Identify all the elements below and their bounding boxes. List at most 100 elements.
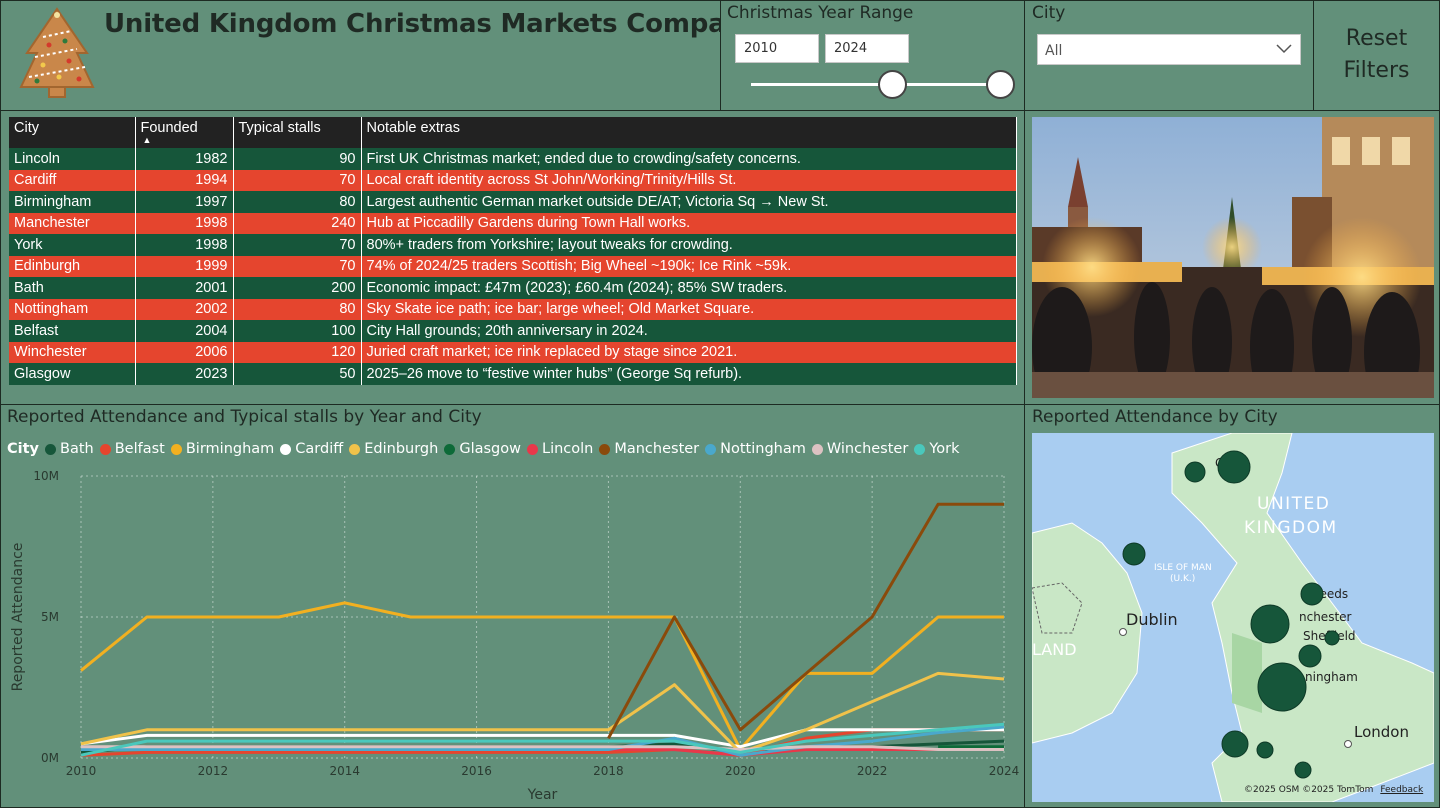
cell-stalls: 50 — [233, 363, 362, 385]
cell-founded: 2006 — [135, 341, 234, 363]
map-title: Reported Attendance by City — [1032, 407, 1278, 427]
x-tick-label: 2016 — [461, 764, 492, 778]
reset-label-line1: Reset — [1345, 26, 1408, 51]
bubble-leeds-york[interactable] — [1300, 582, 1324, 606]
table-row[interactable]: Glasgow 2023 50 2025–26 move to “festive wi… — [9, 363, 1017, 385]
cell-city: Edinburgh — [9, 255, 136, 277]
line-chart: 2010 2012 2014 2016 2018 2020 2022 2024 0M 5M 10M Y… — [10, 469, 1019, 803]
series-line-manchester — [607, 502, 1004, 740]
x-tick-label: 2010 — [66, 764, 97, 778]
bubble-belfast[interactable] — [1122, 542, 1146, 566]
cell-city: Nottingham — [9, 298, 136, 320]
cell-extras: City Hall grounds; 20th anniversary in 2… — [361, 320, 1017, 342]
bubble-nottingham[interactable] — [1298, 644, 1322, 668]
bubble-glasgow[interactable] — [1217, 450, 1251, 484]
cell-city: Bath — [9, 277, 136, 299]
sort-ascending-icon: ▲ — [142, 135, 152, 145]
christmas-market-photo — [1032, 117, 1434, 398]
y-tick-label: 0M — [41, 751, 59, 765]
map-feedback-link[interactable]: Feedback — [1380, 785, 1423, 795]
column-header-founded[interactable]: Founded ▲ — [135, 117, 234, 148]
reset-filters-button[interactable]: Reset Filters — [1313, 0, 1440, 111]
table-row[interactable]: Nottingham 2002 80 Sky Skate ice path; ice … — [9, 298, 1017, 320]
year-slicer-title: Christmas Year Range — [727, 3, 914, 23]
table-row[interactable]: Edinburgh 1999 70 74% of 2024/25 traders Sc… — [9, 255, 1017, 277]
column-header-extras[interactable]: Notable extras — [361, 117, 1017, 148]
cell-extras: Largest authentic German market outside … — [361, 191, 1017, 213]
city-dropdown-value: All — [1045, 43, 1063, 59]
map-label-manchester: nchester — [1299, 610, 1352, 624]
cell-stalls: 100 — [233, 320, 362, 342]
table-row[interactable]: Belfast 2004 100 City Hall grounds; 20th an… — [9, 320, 1017, 342]
bubble-winchester[interactable] — [1294, 761, 1312, 779]
table-row[interactable]: Manchester 1998 240 Hub at Piccadilly Garde… — [9, 212, 1017, 234]
bubble-manchester[interactable] — [1250, 604, 1290, 644]
cell-city: Birmingham — [9, 191, 136, 213]
cell-extras: 80%+ traders from Yorkshire; layout twea… — [361, 234, 1017, 256]
map-label-isle-1: ISLE OF MAN — [1154, 563, 1212, 573]
city-slicer: City All — [1024, 0, 1314, 111]
cell-stalls: 80 — [233, 298, 362, 320]
markets-table-panel: City Founded ▲ Typical stalls Notable ex… — [0, 110, 1025, 405]
cell-extras: Economic impact: £47m (2023); £60.4m (20… — [361, 277, 1017, 299]
reset-filters-label: Reset Filters — [1314, 23, 1439, 87]
table-body: Lincoln 1982 90 First UK Christmas market; … — [9, 148, 1017, 385]
table-row[interactable]: Birmingham 1997 80 Largest authentic German… — [9, 191, 1017, 213]
city-dropdown[interactable]: All — [1037, 34, 1301, 65]
cell-founded: 1998 — [135, 212, 234, 234]
x-tick-label: 2018 — [593, 764, 624, 778]
wales-area — [1232, 633, 1262, 713]
table-row[interactable]: York 1998 70 80%+ traders from Yorkshire; l… — [9, 234, 1017, 256]
map-label-isle-2: (U.K.) — [1170, 574, 1195, 584]
bubble-bath[interactable] — [1256, 741, 1274, 759]
cell-city: York — [9, 234, 136, 256]
series-line-cardiff — [80, 728, 1004, 749]
cell-founded: 2023 — [135, 363, 234, 385]
map-credit: ©2025 OSM ©2025 TomTom Feedback — [1244, 785, 1423, 795]
column-header-stalls[interactable]: Typical stalls — [233, 117, 362, 148]
bubble-cardiff[interactable] — [1221, 730, 1249, 758]
table-row[interactable]: Cardiff 1994 70 Local craft identity across… — [9, 169, 1017, 191]
cell-extras: 2025–26 move to “festive winter hubs” (G… — [361, 363, 1017, 385]
markets-table: City Founded ▲ Typical stalls Notable ex… — [9, 117, 1017, 385]
year-slider-track[interactable] — [751, 83, 1001, 86]
attendance-map-panel: Reported Attendance by City UNITED KINGD… — [1024, 404, 1440, 808]
y-tick-label: 5M — [41, 610, 59, 624]
bubble-birmingham[interactable] — [1257, 662, 1307, 712]
map-label-ireland: LAND — [1032, 640, 1077, 659]
chevron-down-icon — [1276, 44, 1292, 54]
title-panel: United Kingdom Christmas Markets Compari… — [0, 0, 798, 111]
year-slider-start-handle[interactable] — [878, 70, 907, 99]
cell-founded: 2001 — [135, 277, 234, 299]
x-tick-label: 2022 — [857, 764, 888, 778]
cell-founded: 1999 — [135, 255, 234, 277]
column-header-city[interactable]: City — [9, 117, 136, 148]
bubble-edinburgh[interactable] — [1184, 461, 1206, 483]
year-range-slicer: Christmas Year Range 2010 2024 — [720, 0, 1025, 111]
table-header-row: City Founded ▲ Typical stalls Notable ex… — [9, 117, 1017, 148]
uk-map[interactable]: UNITED KINGDOM ISLE OF MAN (U.K.) Dublin… — [1032, 433, 1434, 802]
cell-city: Cardiff — [9, 169, 136, 191]
year-slider-end-handle[interactable] — [986, 70, 1015, 99]
table-row[interactable]: Lincoln 1982 90 First UK Christmas market; … — [9, 148, 1017, 170]
cell-founded: 1994 — [135, 169, 234, 191]
cell-stalls: 70 — [233, 255, 362, 277]
end-year-input[interactable]: 2024 — [825, 34, 909, 63]
table-row[interactable]: Bath 2001 200 Economic impact: £47m (2023);… — [9, 277, 1017, 299]
map-label-country-1: UNITED — [1257, 494, 1330, 514]
cell-stalls: 120 — [233, 341, 362, 363]
cell-extras: Hub at Piccadilly Gardens during Town Ha… — [361, 212, 1017, 234]
start-year-input[interactable]: 2010 — [735, 34, 819, 63]
cell-city: Lincoln — [9, 148, 136, 170]
table-row[interactable]: Winchester 2006 120 Juried craft market; ic… — [9, 341, 1017, 363]
map-label-dublin: Dublin — [1126, 610, 1178, 629]
bubble-sheffield-lincoln[interactable] — [1324, 630, 1340, 646]
cell-stalls: 70 — [233, 234, 362, 256]
cell-stalls: 240 — [233, 212, 362, 234]
page-title: United Kingdom Christmas Markets Compari… — [104, 9, 799, 39]
gingerbread-christmas-tree-icon — [19, 7, 95, 98]
cell-city: Manchester — [9, 212, 136, 234]
cell-founded: 2002 — [135, 298, 234, 320]
x-tick-label: 2012 — [198, 764, 229, 778]
cell-stalls: 70 — [233, 169, 362, 191]
